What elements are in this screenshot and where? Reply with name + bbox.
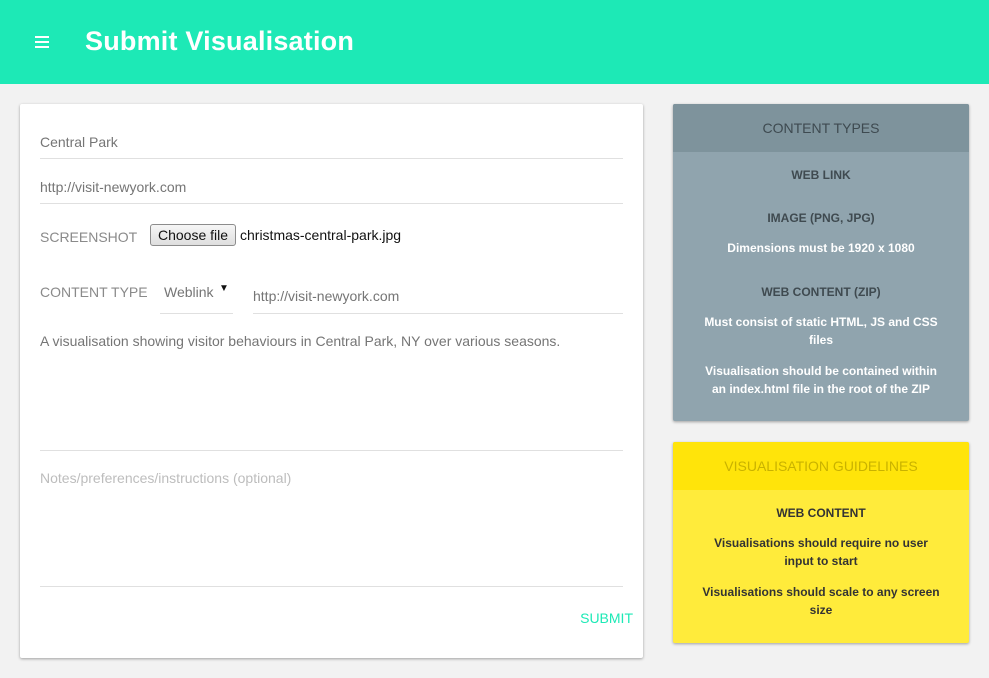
web-link-heading: WEB LINK [791,168,851,182]
web-content-zip-heading: WEB CONTENT (ZIP) [761,285,881,299]
content-type-label: CONTENT TYPE [40,284,148,300]
static-files-note: Must consist of static HTML, JS and CSS … [704,315,938,347]
weblink-input[interactable]: http://visit-newyork.com [253,274,623,314]
image-heading: IMAGE (PNG, JPG) [767,211,875,225]
image-dimensions-note: Dimensions must be 1920 x 1080 [727,241,915,255]
no-user-input-note: Visualisations should require no user in… [714,536,928,568]
title-input[interactable]: Central Park [40,126,623,159]
caret-down-icon: ▼ [219,283,229,294]
screenshot-label: SCREENSHOT [40,229,138,245]
selected-file-name: christmas-central-park.jpg [240,227,402,243]
content-type-selected: Weblink [164,284,214,300]
notes-placeholder: Notes/preferences/instructions (optional… [40,470,292,486]
visualisation-guidelines-card: VISUALISATION GUIDELINES WEB CONTENT Vis… [673,442,969,643]
guidelines-web-content-heading: WEB CONTENT [776,506,866,520]
content-types-title: CONTENT TYPES [673,104,969,152]
hamburger-menu-icon[interactable] [35,36,49,48]
description-text: A visualisation showing visitor behaviou… [40,333,561,349]
notes-textarea[interactable]: Notes/preferences/instructions (optional… [40,459,623,587]
submission-form-card: Central Park http://visit-newyork.com SC… [20,104,643,658]
content-type-select[interactable]: Weblink ▼ [160,274,233,314]
weblink-value: http://visit-newyork.com [253,288,400,304]
choose-file-button[interactable]: Choose file [150,224,237,246]
content-types-card: CONTENT TYPES WEB LINK IMAGE (PNG, JPG) … [673,104,969,421]
url-input[interactable]: http://visit-newyork.com [40,171,623,204]
guidelines-title: VISUALISATION GUIDELINES [673,442,969,490]
index-html-note: Visualisation should be contained within… [705,364,937,396]
description-textarea[interactable]: A visualisation showing visitor behaviou… [40,322,623,451]
scale-screen-note: Visualisations should scale to any scree… [702,585,940,617]
submit-button[interactable]: SUBMIT [561,610,633,630]
page-title: Submit Visualisation [85,26,355,56]
app-bar: Submit Visualisation [0,0,989,84]
